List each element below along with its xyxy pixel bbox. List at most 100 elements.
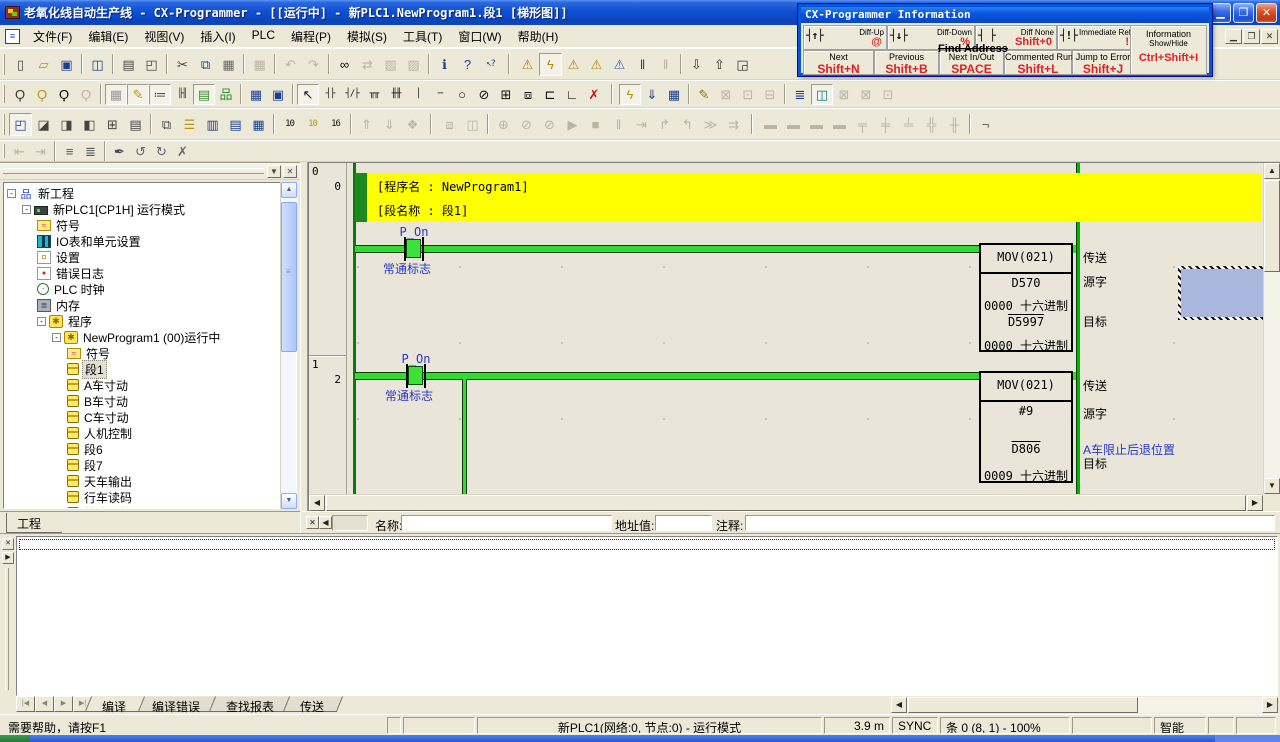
mov-instruction[interactable]: MOV(021) #9 D806 0009 十六进制 bbox=[979, 371, 1073, 483]
tree-node[interactable]: -新工程 bbox=[4, 185, 296, 201]
io-table-window[interactable]: ◧ bbox=[78, 113, 101, 136]
new-or-contact[interactable]: ╥╥ bbox=[363, 84, 385, 105]
go-to-reference[interactable]: ❖ bbox=[401, 113, 424, 136]
pause-monitoring[interactable]: ‖ bbox=[631, 53, 654, 76]
new-function-block[interactable]: ⧈ bbox=[517, 84, 539, 105]
tab-nav-icon[interactable]: ▶ bbox=[54, 696, 73, 712]
invert-rung[interactable]: ¬ bbox=[974, 113, 997, 136]
windows-taskbar[interactable] bbox=[0, 735, 1280, 742]
transfer-from-plc[interactable]: ⇧ bbox=[708, 53, 731, 76]
output-tab-编译[interactable]: 编译 bbox=[85, 696, 145, 712]
output-content[interactable] bbox=[16, 536, 1278, 696]
toolbar-grip[interactable] bbox=[3, 54, 6, 75]
output-tab-编译错误[interactable]: 编译错误 bbox=[135, 696, 219, 712]
menu-item-9[interactable]: 窗口(W) bbox=[450, 26, 509, 47]
next-reference[interactable]: ⇓ bbox=[378, 113, 401, 136]
scroll-left-icon[interactable]: ◀ bbox=[891, 697, 907, 713]
rung-comment-block[interactable]: [程序名 : NewProgram1] [段名称 : 段1] bbox=[355, 173, 1262, 222]
transfer-check[interactable]: ⚠ bbox=[585, 53, 608, 76]
compare-with-plc[interactable]: ◲ bbox=[731, 53, 754, 76]
diff-up-mark[interactable]: ↺ bbox=[130, 142, 151, 161]
instruction-operand[interactable]: D570 bbox=[981, 276, 1071, 290]
monitor-hex[interactable]: 16 bbox=[324, 113, 347, 136]
clear-marks[interactable]: ✗ bbox=[172, 142, 193, 161]
work-online-simulator[interactable]: ϟ bbox=[619, 84, 641, 105]
pause[interactable]: ‖ bbox=[654, 53, 677, 76]
ladder-canvas[interactable]: [程序名 : NewProgram1] [段名称 : 段1] P_On 常通标志… bbox=[347, 163, 1263, 494]
scrollbar-thumb[interactable] bbox=[1264, 180, 1280, 272]
mnemonic-editor[interactable]: ◪ bbox=[32, 113, 55, 136]
scroll-up-icon[interactable]: ▲ bbox=[281, 182, 297, 198]
simulator-continuous-step[interactable]: ≫ bbox=[699, 113, 722, 136]
new-closed-coil[interactable]: ⊘ bbox=[473, 84, 495, 105]
tree-node[interactable]: B车寸动 bbox=[4, 393, 296, 409]
show-symbol-bar[interactable]: ≔ bbox=[149, 84, 171, 105]
menu-item-4[interactable]: 插入(I) bbox=[192, 26, 243, 47]
send-online-changes[interactable]: ⊠ bbox=[715, 84, 737, 105]
tree-node[interactable]: 符号 bbox=[4, 217, 296, 233]
comment-input[interactable] bbox=[745, 515, 1275, 531]
tree-node[interactable]: -新PLC1[CP1H] 运行模式 bbox=[4, 201, 296, 217]
mov-instruction[interactable]: MOV(021) D570 0000 十六进制 D5997 0000 十六进制 bbox=[979, 243, 1073, 352]
workspace-splitter[interactable] bbox=[300, 162, 308, 533]
monitor-table[interactable]: ▦ bbox=[245, 84, 267, 105]
tree-node[interactable]: C车寸动 bbox=[4, 409, 296, 425]
compile-program[interactable]: ◫ bbox=[86, 53, 109, 76]
properties-window[interactable]: ▤ bbox=[124, 113, 147, 136]
cross-reference[interactable]: ⧉ bbox=[155, 113, 178, 136]
simulator-run[interactable]: ▶ bbox=[561, 113, 584, 136]
new-coil[interactable]: ○ bbox=[451, 84, 473, 105]
force-status[interactable]: ⊡ bbox=[877, 84, 899, 105]
infobar-close-icon[interactable]: ✕ bbox=[306, 516, 319, 529]
scroll-left-icon[interactable]: ◀ bbox=[309, 495, 325, 511]
indent-rung-left[interactable]: ⇤ bbox=[9, 142, 30, 161]
force-set[interactable]: ⊠ bbox=[833, 84, 855, 105]
show-grid[interactable]: ▦ bbox=[105, 84, 127, 105]
address-reference-tool[interactable]: ◫ bbox=[811, 84, 833, 105]
print[interactable]: ▤ bbox=[117, 53, 140, 76]
new-vertical-line[interactable]: │ bbox=[407, 84, 429, 105]
menu-item-3[interactable]: 视图(V) bbox=[136, 26, 192, 47]
instruction-operand[interactable]: #9 bbox=[981, 404, 1071, 418]
about-info[interactable]: ℹ bbox=[433, 53, 456, 76]
menu-item-5[interactable]: PLC bbox=[244, 26, 283, 47]
output-tab-查找报表[interactable]: 查找报表 bbox=[209, 696, 293, 712]
tree-node[interactable]: 天车输出 bbox=[4, 473, 296, 489]
help-topics[interactable]: ? bbox=[456, 53, 479, 76]
mnemonics-view[interactable]: 品 bbox=[215, 84, 237, 105]
new-contact[interactable]: ┤├ bbox=[319, 84, 341, 105]
menu-item-8[interactable]: 工具(T) bbox=[395, 26, 450, 47]
menu-item-1[interactable]: 文件(F) bbox=[25, 26, 80, 47]
simulator-step-run[interactable]: ⇥ bbox=[630, 113, 653, 136]
show-comments[interactable]: ✎ bbox=[127, 84, 149, 105]
print-preview[interactable]: ◰ bbox=[140, 53, 163, 76]
scroll-down-icon[interactable]: ▼ bbox=[281, 493, 297, 509]
io-comment-view[interactable]: ▥ bbox=[201, 113, 224, 136]
output-grip[interactable] bbox=[5, 568, 9, 690]
output-close-icon[interactable]: ✕ bbox=[2, 538, 14, 550]
toolbar-grip[interactable] bbox=[3, 85, 6, 103]
new-closed-contact[interactable]: ┤/├ bbox=[341, 84, 363, 105]
new-tr[interactable]: ⊏ bbox=[539, 84, 561, 105]
tree-node[interactable]: 人机控制 bbox=[4, 425, 296, 441]
tree-expander-icon[interactable]: - bbox=[22, 205, 31, 214]
compile-all-programs[interactable]: ⚠ bbox=[516, 53, 539, 76]
replace[interactable]: ⇄ bbox=[356, 53, 379, 76]
start-button-edge[interactable] bbox=[0, 735, 30, 742]
paste[interactable]: ▦ bbox=[217, 53, 240, 76]
transfer-to-simulator[interactable]: ⇓ bbox=[641, 84, 663, 105]
tree-node[interactable]: 段6 bbox=[4, 441, 296, 457]
auto-online[interactable]: ▦ bbox=[663, 84, 685, 105]
watch-sheet[interactable]: ≣ bbox=[789, 84, 811, 105]
tree-node[interactable]: PLC 时钟 bbox=[4, 281, 296, 297]
zoom-to-fit[interactable]: Ϙ bbox=[9, 84, 31, 105]
tree-node[interactable]: IO表和单元设置 bbox=[4, 233, 296, 249]
tab-nav-icon[interactable]: ◀ bbox=[35, 696, 54, 712]
tree-node[interactable]: -NewProgram1 (00)运行中 bbox=[4, 329, 296, 345]
differentiate-monitor-3[interactable]: ╧ bbox=[897, 113, 920, 136]
show-io-comment[interactable]: ╟╢ bbox=[171, 84, 193, 105]
redo[interactable]: ↷ bbox=[302, 53, 325, 76]
ladder-vertical-scrollbar[interactable]: ▲ ▼ bbox=[1263, 163, 1280, 494]
work-online[interactable]: ϟ bbox=[539, 53, 562, 76]
tree-scrollbar-thumb[interactable] bbox=[281, 202, 297, 352]
